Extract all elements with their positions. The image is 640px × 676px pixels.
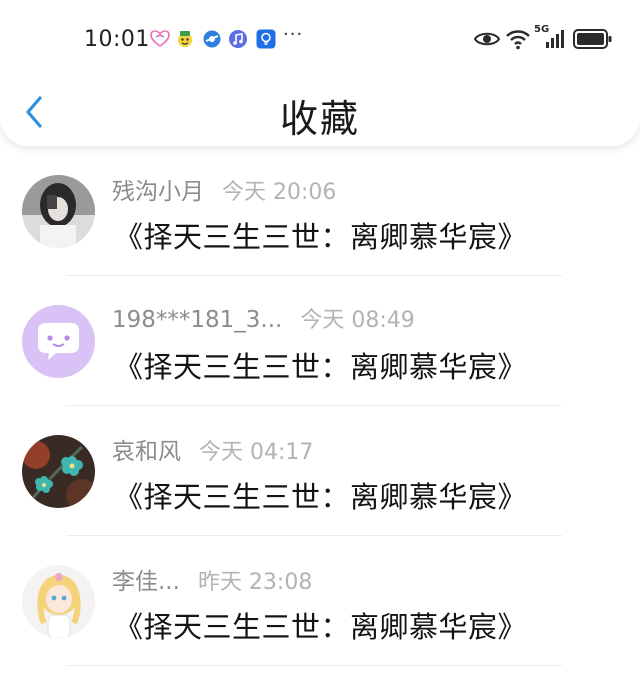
favorites-screen: 10:01 ··· 5G 收藏 残沟小月 今天 20:06 《择天三生三世：离卿… (0, 0, 640, 676)
item-meta: 李佳... 昨天 23:08 (112, 562, 313, 595)
header: 10:01 ··· 5G 收藏 (0, 0, 640, 146)
status-bar: 10:01 ··· 5G (0, 0, 640, 80)
divider (66, 665, 562, 666)
eye-icon (474, 32, 500, 46)
favorite-time: 今天 20:06 (222, 180, 337, 205)
favorite-time: 昨天 23:08 (197, 570, 313, 595)
user-name: 198***181_3... (112, 307, 283, 333)
list-item[interactable]: 李佳... 昨天 23:08 《择天三生三世：离卿慕华宸》 (0, 536, 640, 666)
browser-app-icon (203, 30, 221, 48)
wifi-icon (506, 30, 530, 50)
item-meta: 198***181_3... 今天 08:49 (112, 302, 415, 334)
item-meta: 残沟小月 今天 20:06 (112, 172, 337, 205)
avatar (22, 435, 95, 508)
list-item[interactable]: 198***181_3... 今天 08:49 《择天三生三世：离卿慕华宸》 (0, 276, 640, 406)
music-app-icon (229, 30, 247, 48)
favorite-title: 《择天三生三世：离卿慕华宸》 (114, 350, 528, 384)
emoji-app-icon (178, 31, 192, 47)
item-meta: 哀和风 今天 04:17 (112, 432, 314, 465)
avatar (22, 175, 95, 248)
favorite-title: 《择天三生三世：离卿慕华宸》 (114, 610, 528, 644)
status-time: 10:01 (84, 27, 150, 52)
cellular-signal-icon (546, 30, 564, 48)
more-notifications-icon: ··· (283, 24, 304, 45)
favorite-title: 《择天三生三世：离卿慕华宸》 (114, 220, 528, 254)
avatar-chat-icon (22, 305, 95, 378)
favorite-time: 今天 08:49 (300, 308, 415, 333)
page-title: 收藏 (279, 97, 360, 141)
favorite-title: 《择天三生三世：离卿慕华宸》 (114, 480, 528, 514)
list-item[interactable]: 残沟小月 今天 20:06 《择天三生三世：离卿慕华宸》 (0, 146, 640, 276)
list-item[interactable]: 哀和风 今天 04:17 《择天三生三世：离卿慕华宸》 (0, 406, 640, 536)
battery-icon (573, 29, 612, 49)
avatar (22, 565, 95, 638)
user-name: 李佳... (112, 569, 180, 595)
bulb-app-icon (256, 29, 276, 49)
user-name: 哀和风 (112, 439, 181, 465)
heart-app-icon (150, 30, 170, 47)
user-name: 残沟小月 (112, 179, 204, 205)
favorite-time: 今天 04:17 (199, 440, 314, 465)
